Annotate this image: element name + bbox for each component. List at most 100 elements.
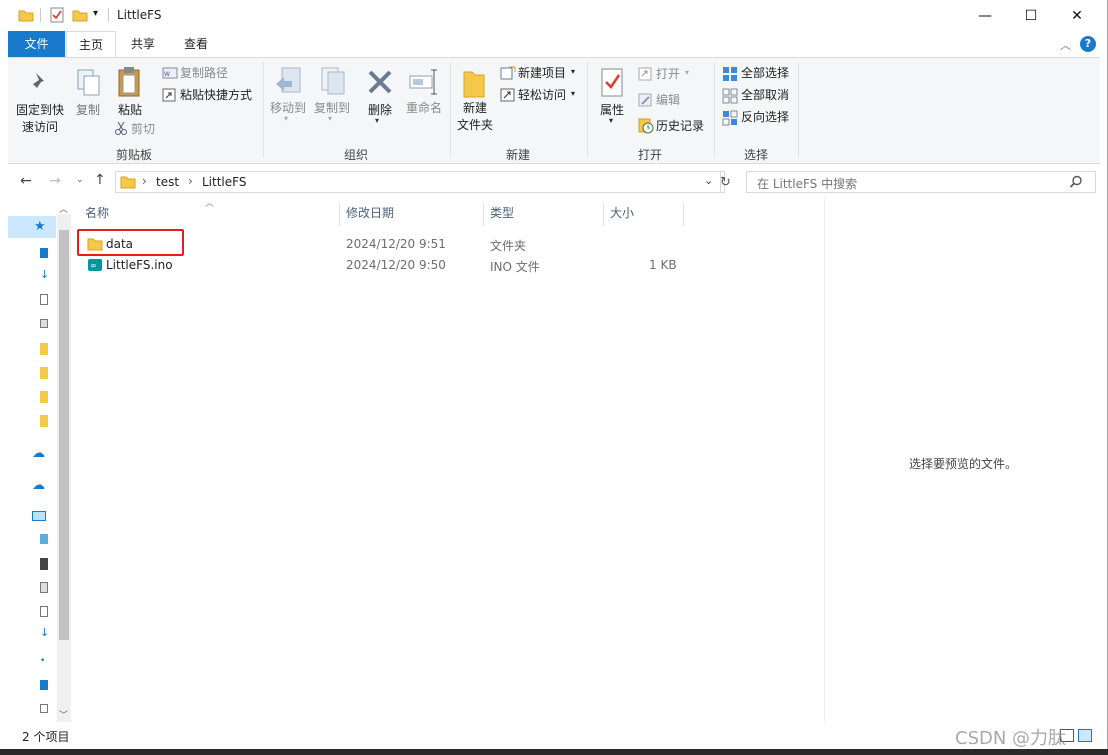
clipboard-group-label: 剪贴板 — [115, 148, 152, 162]
cut-button[interactable]: 剪切 — [131, 122, 155, 137]
maximize-button[interactable]: ☐ — [1008, 0, 1054, 31]
paste-icon — [118, 67, 140, 97]
address-bar[interactable]: › test › LittleFS ⌄ — [115, 171, 725, 193]
rename-icon — [409, 69, 437, 95]
delete-icon — [368, 70, 392, 94]
column-header-size[interactable]: 大小 — [610, 204, 634, 221]
easy-access-button[interactable]: 轻松访问 — [518, 88, 566, 103]
downloads-icon[interactable]: ↓ — [40, 268, 49, 281]
select-none-button[interactable]: 全部取消 — [741, 88, 789, 103]
column-header-type[interactable]: 类型 — [490, 204, 514, 221]
delete-button[interactable]: 删除 — [363, 102, 397, 119]
properties-quick-icon[interactable] — [49, 7, 65, 23]
rename-button[interactable]: 重命名 — [402, 100, 446, 117]
column-header-name[interactable]: 名称 — [85, 204, 109, 221]
help-icon[interactable]: ? — [1080, 36, 1096, 52]
copy-path-button[interactable]: 复制路径 — [180, 66, 228, 81]
onedrive-icon[interactable]: ☁ — [32, 478, 45, 493]
videos-icon[interactable] — [40, 558, 48, 570]
search-box[interactable]: 在 LittleFS 中搜索 — [746, 171, 1096, 193]
table-row[interactable]: ∞ LittleFS.ino 2024/12/20 9:50 INO 文件 1 … — [78, 255, 688, 275]
breadcrumb-separator-icon[interactable]: › — [142, 174, 147, 188]
paste-shortcut-button[interactable]: 粘贴快捷方式 — [180, 88, 252, 103]
open-group-label: 打开 — [637, 148, 662, 162]
folder-icon[interactable] — [40, 415, 48, 427]
folder-icon — [120, 176, 136, 189]
this-pc-icon[interactable] — [32, 511, 46, 521]
new-item-button[interactable]: 新建项目 — [518, 66, 566, 81]
tab-share[interactable]: 共享 — [120, 31, 166, 57]
minimize-button[interactable]: — — [962, 0, 1008, 31]
onedrive-icon[interactable]: ☁ — [32, 446, 45, 461]
open-dropdown-icon[interactable]: ▾ — [685, 68, 689, 77]
close-button[interactable]: ✕ — [1054, 0, 1100, 31]
file-name[interactable]: LittleFS.ino — [106, 258, 173, 272]
scroll-down-icon[interactable]: ﹀ — [59, 708, 68, 721]
paste-button[interactable]: 粘贴 — [112, 102, 148, 119]
file-name[interactable]: data — [106, 237, 133, 251]
watermark: CSDN @力肽 — [955, 728, 1067, 749]
documents-icon[interactable] — [40, 294, 48, 305]
file-type: INO 文件 — [490, 260, 540, 274]
invert-selection-button[interactable]: 反向选择 — [741, 110, 789, 125]
navigation-bar: ← → ⌄ ↑ › test › LittleFS ⌄ ↻ 在 LittleFS… — [8, 166, 1100, 198]
scroll-up-icon[interactable]: ︿ — [59, 202, 68, 215]
edit-button[interactable]: 编辑 — [656, 93, 680, 108]
folder-icon[interactable] — [40, 343, 48, 355]
up-arrow-icon[interactable]: ↑ — [94, 172, 106, 188]
history-button[interactable]: 历史记录 — [656, 119, 704, 134]
back-arrow-icon[interactable]: ← — [20, 173, 32, 189]
desktop-icon[interactable] — [40, 248, 48, 258]
history-icon — [638, 118, 654, 134]
music-icon[interactable]: • — [40, 656, 45, 666]
copy-button[interactable]: 复制 — [72, 102, 104, 119]
breadcrumb-test[interactable]: test — [156, 175, 179, 189]
svg-text:W: W — [164, 71, 170, 78]
documents-icon[interactable] — [40, 606, 48, 617]
nav-scrollbar-thumb[interactable] — [59, 230, 69, 640]
easy-access-dropdown-icon[interactable]: ▾ — [571, 89, 575, 98]
select-all-button[interactable]: 全部选择 — [741, 66, 789, 81]
refresh-icon[interactable]: ↻ — [720, 175, 731, 190]
sort-ascending-icon: ︿ — [205, 199, 215, 209]
ribbon-collapse-icon[interactable]: ︿ — [1060, 37, 1071, 53]
forward-arrow-icon[interactable]: → — [49, 173, 61, 189]
easy-access-icon — [500, 88, 515, 102]
title-bar: ▾ LittleFS — ☐ ✕ — [0, 0, 1107, 31]
folder-icon[interactable] — [40, 391, 48, 403]
downloads-icon[interactable]: ↓ — [40, 626, 49, 639]
tab-view[interactable]: 查看 — [172, 31, 220, 57]
search-input[interactable]: 在 LittleFS 中搜索 — [757, 175, 857, 192]
new-folder-button[interactable]: 新建 文件夹 — [454, 100, 496, 134]
delete-dropdown-icon[interactable]: ▾ — [375, 116, 379, 125]
breadcrumb-littlefs[interactable]: LittleFS — [202, 175, 246, 189]
organize-group-label: 组织 — [343, 148, 368, 162]
properties-dropdown-icon[interactable]: ▾ — [609, 116, 613, 125]
copy-to-dropdown-icon[interactable]: ▾ — [328, 114, 332, 123]
new-item-dropdown-icon[interactable]: ▾ — [571, 67, 575, 76]
folder-icon — [87, 238, 103, 251]
breadcrumb-separator-icon[interactable]: › — [188, 174, 193, 188]
nav-item-quick-access[interactable] — [8, 216, 56, 238]
column-header-date[interactable]: 修改日期 — [346, 204, 394, 221]
tab-home[interactable]: 主页 — [66, 31, 116, 58]
search-icon[interactable] — [1069, 175, 1083, 189]
open-button[interactable]: 打开 — [656, 67, 680, 82]
address-dropdown-icon[interactable]: ⌄ — [704, 174, 713, 187]
desktop-icon[interactable] — [40, 680, 48, 690]
pictures-icon[interactable] — [40, 319, 48, 328]
pin-quick-access-button[interactable]: 固定到快 速访问 — [12, 102, 68, 136]
large-icons-view-icon[interactable] — [1078, 729, 1092, 742]
pictures-icon[interactable] — [40, 582, 48, 593]
move-to-dropdown-icon[interactable]: ▾ — [284, 114, 288, 123]
table-row[interactable]: data 2024/12/20 9:51 文件夹 — [78, 234, 688, 254]
new-folder-quick-icon[interactable] — [72, 7, 88, 23]
tab-file[interactable]: 文件 — [8, 31, 65, 57]
folder-icon[interactable] — [40, 367, 48, 379]
quick-access-dropdown-icon[interactable]: ▾ — [93, 8, 98, 19]
file-date: 2024/12/20 9:51 — [346, 237, 446, 251]
recent-locations-icon[interactable]: ⌄ — [76, 175, 84, 185]
paste-shortcut-icon — [162, 88, 176, 102]
objects-icon[interactable] — [40, 534, 48, 544]
drive-icon[interactable] — [40, 704, 48, 713]
